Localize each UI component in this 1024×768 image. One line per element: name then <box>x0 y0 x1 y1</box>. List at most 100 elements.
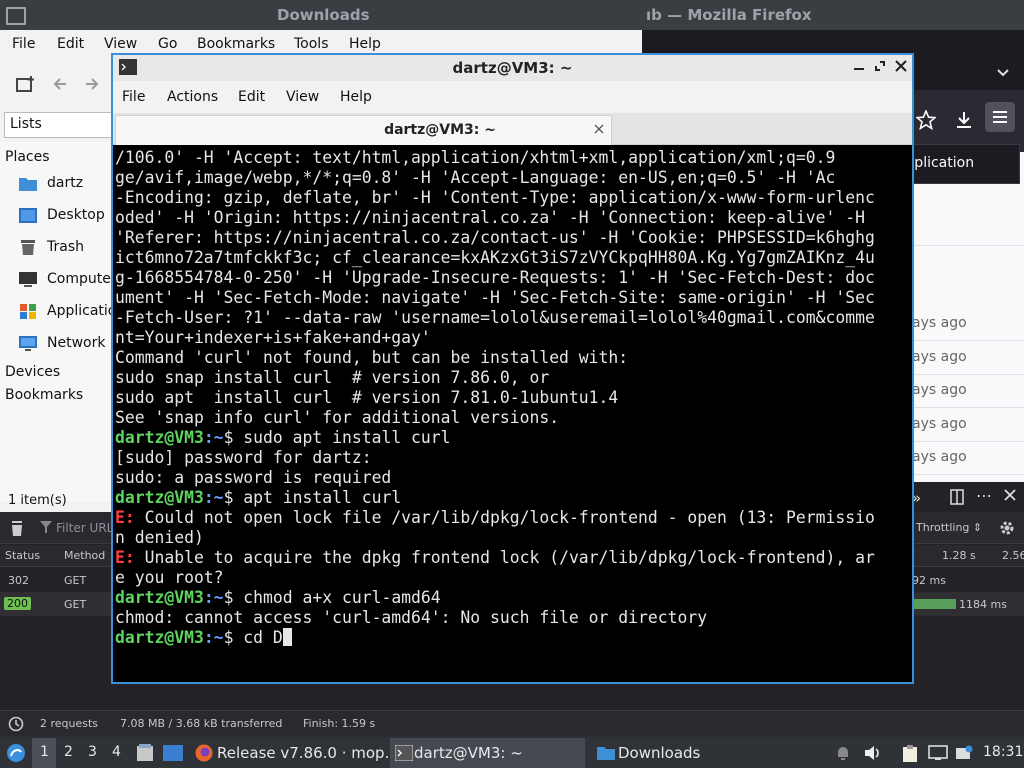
devices-heading[interactable]: Devices <box>5 364 60 380</box>
term-menu-help[interactable]: Help <box>340 89 372 105</box>
sidebar-item-label: Network <box>47 335 106 351</box>
volume-icon[interactable] <box>864 745 882 761</box>
computer-icon <box>18 271 38 288</box>
downloads-icon[interactable] <box>954 110 974 130</box>
start-menu-icon[interactable] <box>6 743 26 763</box>
folder-icon <box>596 745 616 761</box>
command-text: $ sudo apt install curl <box>223 428 451 447</box>
hamburger-icon <box>992 110 1008 124</box>
fm-menu-file[interactable]: File <box>12 36 35 52</box>
term-menu-edit[interactable]: Edit <box>238 89 265 105</box>
task-firefox[interactable]: Release v7.86.0 · mop... <box>193 738 399 768</box>
command-text: $ apt install curl <box>223 488 402 507</box>
term-menu-file[interactable]: File <box>122 89 145 105</box>
command-input[interactable]: $ cd D <box>224 628 283 647</box>
app-menu-button[interactable] <box>985 102 1015 132</box>
applications-icon <box>18 303 38 320</box>
workspace-1[interactable]: 1 <box>40 744 49 760</box>
side-pane-mode-select[interactable]: Lists <box>4 112 112 138</box>
filter-url-input[interactable]: Filter URL <box>56 521 112 535</box>
terminal-output[interactable]: /106.0' -H 'Accept: text/html,applicatio… <box>113 146 912 682</box>
file-manager-toolbar <box>0 58 112 110</box>
request-method: GET <box>64 574 87 587</box>
fm-menu-tools[interactable]: Tools <box>294 36 329 52</box>
more-options-icon[interactable]: ⋯ <box>976 486 992 505</box>
workspace-4[interactable]: 4 <box>112 744 121 760</box>
background-title-bar: Downloads ıb — Mozilla Firefox <box>0 0 1024 30</box>
sidebar-item-home[interactable]: dartz <box>18 171 112 197</box>
sidebar-item-computer[interactable]: Computer <box>18 267 112 293</box>
terminal-tab[interactable]: dartz@VM3: ~ <box>115 115 612 145</box>
sidebar-item-label: dartz <box>47 175 84 191</box>
forward-arrow-icon[interactable] <box>84 76 100 92</box>
file-manager-window-icon <box>6 7 26 25</box>
request-method: GET <box>64 598 87 611</box>
close-tab-icon[interactable] <box>594 124 604 134</box>
taskbar: 1 2 3 4 Release v7.86.0 · mop... dartz@V… <box>0 738 1024 768</box>
terminal-output-text: chmod: cannot access 'curl-amd64': No su… <box>115 608 708 627</box>
quicklaunch-desktop-icon[interactable] <box>163 744 183 762</box>
prompt-path: :~ <box>203 628 224 647</box>
workspace-2[interactable]: 2 <box>64 744 73 760</box>
request-time: 1184 ms <box>959 598 1007 611</box>
sidebar-item-label: Desktop <box>47 207 105 223</box>
list-item: ays ago <box>912 441 1024 475</box>
network-status-icon[interactable] <box>955 745 973 761</box>
sidebar-item-desktop[interactable]: Desktop <box>18 203 112 229</box>
maximize-icon[interactable] <box>874 60 886 72</box>
clear-trash-icon[interactable] <box>10 521 24 536</box>
close-devtools-icon[interactable] <box>1004 489 1016 501</box>
term-menu-actions[interactable]: Actions <box>167 89 218 105</box>
sidebar-item-network[interactable]: Network <box>18 331 112 357</box>
close-icon[interactable] <box>895 60 907 72</box>
request-count: 2 requests <box>40 717 99 730</box>
throttling-select[interactable]: Throttling ⇕ <box>916 521 982 534</box>
task-label: Downloads <box>618 744 701 762</box>
minimize-icon[interactable] <box>853 60 865 72</box>
places-heading: Places <box>5 149 50 165</box>
terminal-tabbar: dartz@VM3: ~ <box>113 113 912 145</box>
fm-menu-go[interactable]: Go <box>158 36 177 52</box>
task-terminal[interactable]: dartz@VM3: ~ <box>390 738 585 768</box>
timeline-tick: 1.28 s <box>942 549 976 562</box>
task-file-manager[interactable]: Downloads <box>594 738 744 768</box>
fm-menu-edit[interactable]: Edit <box>57 36 84 52</box>
dock-side-icon[interactable] <box>950 489 964 505</box>
column-status[interactable]: Status <box>5 549 40 562</box>
fm-menu-bookmarks[interactable]: Bookmarks <box>197 36 275 52</box>
terminal-titlebar[interactable]: dartz@VM3: ~ <box>113 55 912 81</box>
filter-funnel-icon <box>40 521 52 533</box>
file-manager-status: 1 item(s) <box>8 493 67 508</box>
quicklaunch-files-icon[interactable] <box>136 744 154 762</box>
new-tab-icon[interactable] <box>16 76 34 92</box>
network-icon <box>18 335 38 352</box>
terminal-output-text: [sudo] password for dartz: sudo: a passw… <box>115 448 392 487</box>
fm-menu-view[interactable]: View <box>104 36 137 52</box>
list-all-tabs-icon[interactable] <box>996 68 1010 78</box>
prompt-user: dartz@VM3 <box>115 588 204 607</box>
places-sidebar: Places dartz Desktop Trash Computer Appl… <box>0 142 112 502</box>
clock[interactable]: 18:31 <box>983 744 1023 760</box>
fm-menu-help[interactable]: Help <box>349 36 381 52</box>
folder-icon <box>18 175 38 192</box>
bookmark-star-icon[interactable] <box>916 110 936 130</box>
term-menu-view[interactable]: View <box>286 89 319 105</box>
settings-gear-icon[interactable] <box>998 519 1016 537</box>
firefox-toolbar <box>910 90 1024 152</box>
workspace-3[interactable]: 3 <box>88 744 97 760</box>
list-item: ays ago <box>912 341 1024 375</box>
performance-clock-icon[interactable] <box>8 716 24 732</box>
devtools-summary-bar: 2 requests 7.08 MB / 3.68 kB transferred… <box>0 710 1024 736</box>
file-manager-title: Downloads <box>277 6 370 24</box>
display-icon[interactable] <box>928 745 948 761</box>
sidebar-item-label: Trash <box>47 239 84 255</box>
clipboard-icon[interactable] <box>902 745 918 763</box>
terminal-icon <box>395 745 413 761</box>
bookmarks-heading[interactable]: Bookmarks <box>5 387 83 403</box>
firefox-content-divider <box>912 198 1024 246</box>
column-method[interactable]: Method <box>64 549 105 562</box>
sidebar-item-applications[interactable]: Applications <box>18 299 112 325</box>
notifications-icon[interactable] <box>836 745 850 761</box>
back-arrow-icon[interactable] <box>52 76 68 92</box>
sidebar-item-trash[interactable]: Trash <box>18 235 112 261</box>
